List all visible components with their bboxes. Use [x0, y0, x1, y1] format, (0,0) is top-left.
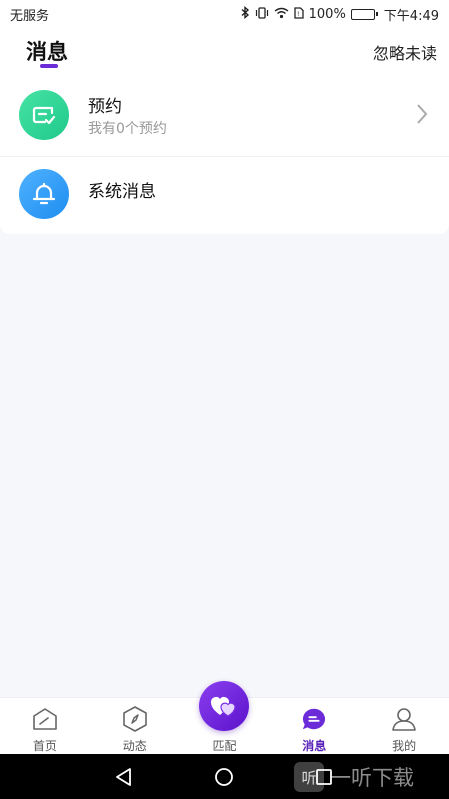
calendar-check-icon — [19, 90, 69, 140]
message-list: 预约 我有0个预约 系统消息 — [0, 78, 449, 234]
message-subtitle: 我有0个预约 — [88, 121, 167, 137]
heart-match-icon — [199, 681, 250, 731]
system-nav-bar: 听 一听下载 — [0, 754, 449, 799]
nav-tab-home[interactable]: 首页 — [0, 698, 90, 754]
back-icon[interactable] — [114, 767, 134, 791]
nav-tab-messages[interactable]: 消息 — [269, 698, 359, 754]
compass-icon — [122, 706, 148, 732]
battery-percent: 100% — [308, 6, 346, 22]
watermark: 听 一听下载 — [294, 760, 414, 794]
bluetooth-icon — [241, 6, 250, 22]
nav-tab-profile[interactable]: 我的 — [359, 698, 449, 754]
clock-time: 下午4:49 — [383, 8, 439, 24]
sim-icon: ! — [293, 6, 304, 22]
watermark-logo: 听 — [294, 762, 324, 792]
message-title: 预约 — [88, 97, 122, 117]
nav-label: 动态 — [122, 739, 147, 753]
title-underline — [40, 64, 58, 68]
chevron-right-icon — [415, 102, 429, 130]
nav-label: 匹配 — [212, 739, 237, 753]
message-icon — [301, 706, 327, 732]
page-header: 消息 忽略未读 — [0, 28, 449, 78]
wifi-icon — [274, 7, 289, 22]
nav-tab-match[interactable]: 匹配 — [180, 681, 270, 754]
home-icon — [32, 706, 58, 732]
battery-icon — [350, 8, 378, 20]
status-bar: 无服务 ! 100% 下午4:49 — [0, 0, 449, 28]
status-icons: ! 100% 下午4:49 — [241, 5, 439, 24]
nav-tab-moments[interactable]: 动态 — [90, 698, 180, 754]
nav-label: 我的 — [392, 739, 417, 753]
svg-text:!: ! — [297, 11, 299, 18]
ignore-unread-button[interactable]: 忽略未读 — [373, 40, 437, 64]
list-item-system-messages[interactable]: 系统消息 — [0, 156, 449, 234]
home-circle-icon[interactable] — [214, 767, 234, 791]
nav-label: 首页 — [32, 739, 57, 753]
bottom-nav: 首页 动态 匹配 消息 我的 — [0, 681, 449, 754]
list-item-appointment[interactable]: 预约 我有0个预约 — [0, 78, 449, 156]
profile-icon — [391, 706, 417, 732]
page-title: 消息 — [26, 40, 68, 64]
watermark-text: 一听下载 — [330, 766, 414, 790]
bell-icon — [19, 169, 69, 219]
nav-label: 消息 — [302, 739, 327, 753]
carrier-text: 无服务 — [10, 8, 50, 24]
vibrate-icon — [255, 6, 269, 22]
message-title: 系统消息 — [88, 182, 156, 202]
